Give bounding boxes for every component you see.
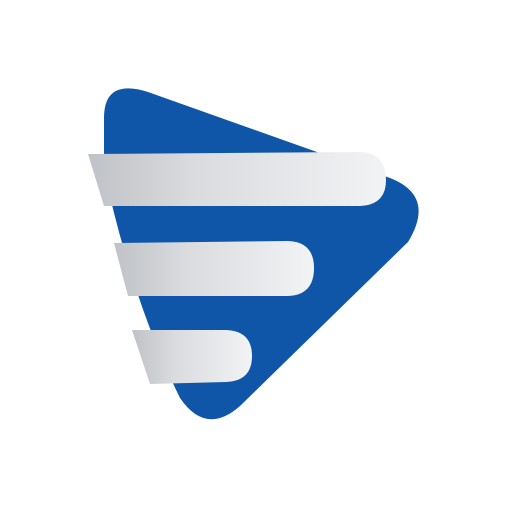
- stripe-bottom: [132, 330, 252, 384]
- logo-mark: [88, 88, 419, 420]
- logo-canvas: [0, 0, 512, 512]
- stripe-middle: [114, 241, 314, 296]
- stripe-top: [88, 152, 386, 206]
